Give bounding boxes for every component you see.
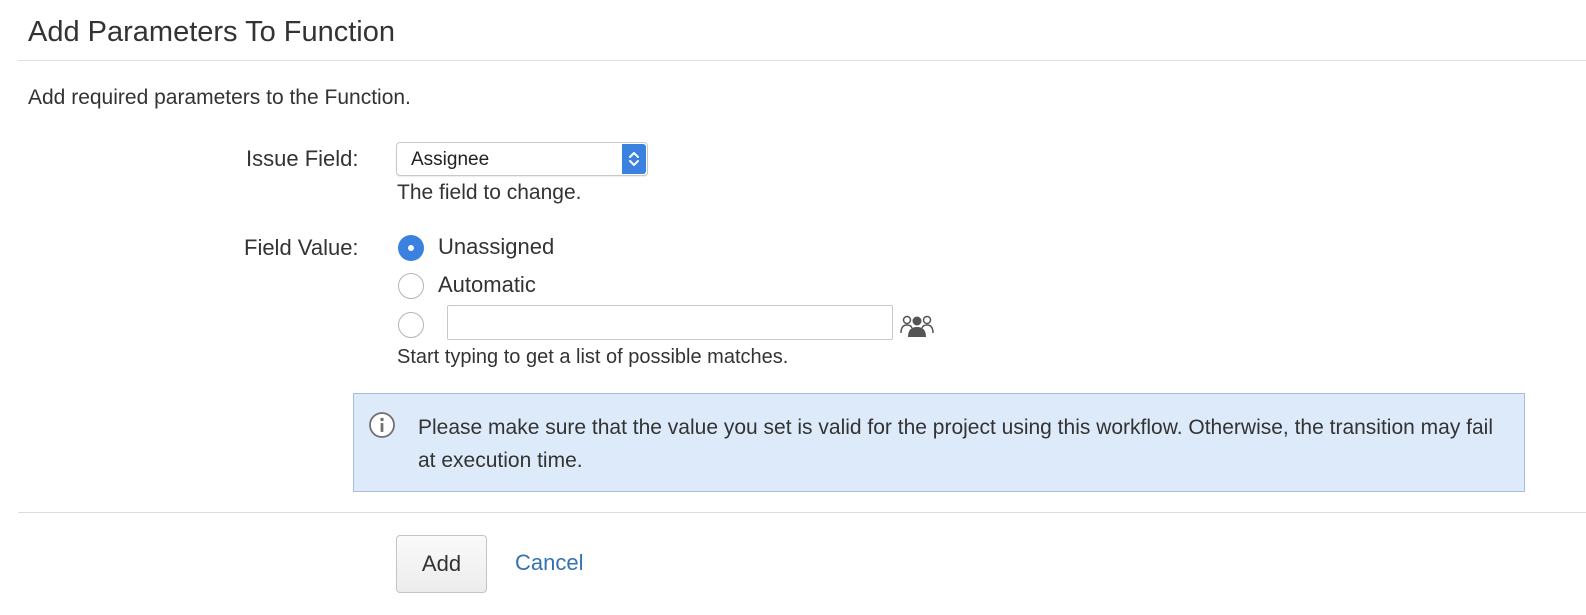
dialog-title: Add Parameters To Function — [28, 16, 395, 48]
issue-field-select[interactable]: Assignee — [396, 142, 648, 176]
info-icon — [368, 411, 396, 439]
dialog-description: Add required parameters to the Function. — [28, 86, 411, 109]
cancel-link[interactable]: Cancel — [515, 550, 583, 576]
radio-label-automatic: Automatic — [438, 272, 536, 297]
user-picker-help: Start typing to get a list of possible m… — [397, 346, 789, 368]
add-button[interactable]: Add — [396, 535, 487, 593]
info-message: Please make sure that the value you set … — [353, 393, 1525, 492]
field-value-label: Field Value: — [244, 235, 359, 260]
radio-automatic[interactable] — [398, 273, 424, 299]
issue-field-label: Issue Field: — [246, 146, 359, 171]
footer-divider — [18, 512, 1586, 513]
user-group-icon[interactable] — [899, 311, 935, 339]
user-picker-input[interactable] — [447, 305, 893, 340]
chevron-up-down-icon — [622, 144, 646, 174]
radio-label-unassigned: Unassigned — [438, 234, 555, 259]
add-parameters-dialog: Add Parameters To Function Add required … — [0, 0, 1586, 615]
dialog-header: Add Parameters To Function — [18, 0, 1586, 61]
issue-field-help: The field to change. — [397, 181, 582, 204]
info-message-text: Please make sure that the value you set … — [418, 416, 1494, 472]
issue-field-selected-value: Assignee — [411, 149, 490, 170]
radio-user[interactable] — [398, 312, 424, 338]
radio-unassigned[interactable] — [398, 235, 424, 261]
radio-option-user[interactable] — [398, 311, 428, 341]
